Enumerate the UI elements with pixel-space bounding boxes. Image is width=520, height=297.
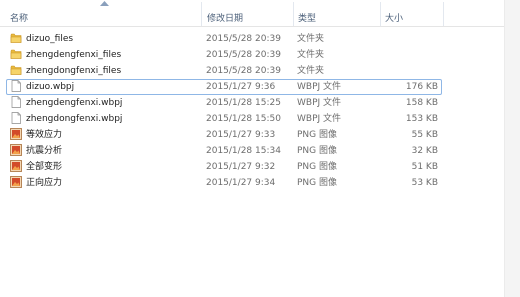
file-name: dizuo.wbpj: [26, 82, 75, 92]
file-size: 153 KB: [405, 114, 438, 124]
file-row[interactable]: zhengdengfenxi.wbpj 2015/1/28 15:25 WBPJ 文…: [0, 95, 505, 111]
file-date: 2015/1/28 15:50: [206, 114, 281, 124]
file-type: PNG 图像: [297, 130, 337, 140]
column-size-header[interactable]: 大小: [385, 11, 403, 24]
document-icon: [10, 112, 22, 124]
file-row[interactable]: 等效应力 2015/1/27 9:33 PNG 图像 55 KB: [0, 127, 505, 143]
file-size: 158 KB: [405, 98, 438, 108]
file-size: 53 KB: [411, 178, 438, 188]
file-row[interactable]: zhengdongfenxi_files 2015/5/28 20:39 文件夹: [0, 63, 505, 79]
file-type: PNG 图像: [297, 162, 337, 172]
file-name: 等效应力: [26, 130, 63, 140]
folder-icon: [10, 32, 22, 44]
file-name: 抗震分析: [26, 146, 63, 156]
document-icon: [10, 96, 22, 108]
file-date: 2015/1/27 9:36: [206, 82, 276, 92]
file-row[interactable]: dizuo_files 2015/5/28 20:39 文件夹: [0, 31, 505, 47]
file-date: 2015/5/28 20:39: [206, 34, 281, 44]
file-date: 2015/1/28 15:34: [206, 146, 281, 156]
file-type: WBPJ 文件: [297, 82, 342, 92]
image-icon: [10, 144, 22, 156]
sort-up-icon[interactable]: [100, 1, 109, 6]
file-name: zhengdongfenxi.wbpj: [26, 114, 123, 124]
file-name: zhengdongfenxi_files: [26, 66, 122, 76]
file-date: 2015/5/28 20:39: [206, 50, 281, 60]
file-date: 2015/1/27 9:33: [206, 130, 276, 140]
file-date: 2015/1/28 15:25: [206, 98, 281, 108]
file-name: zhengdengfenxi_files: [26, 50, 122, 60]
file-row[interactable]: 正向应力 2015/1/27 9:34 PNG 图像 53 KB: [0, 175, 505, 191]
column-type-header[interactable]: 类型: [298, 11, 316, 24]
file-name: dizuo_files: [26, 34, 74, 44]
column-name-header[interactable]: 名称: [10, 11, 28, 24]
file-type: 文件夹: [297, 50, 325, 60]
file-type: 文件夹: [297, 34, 325, 44]
column-header: 名称 修改日期 类型 大小: [0, 0, 505, 27]
image-icon: [10, 176, 22, 188]
vertical-scrollbar[interactable]: [504, 0, 520, 297]
file-size: 32 KB: [411, 146, 438, 156]
file-date: 2015/1/27 9:32: [206, 162, 276, 172]
file-size: 176 KB: [405, 82, 438, 92]
file-name: 全部变形: [26, 162, 63, 172]
file-type: PNG 图像: [297, 146, 337, 156]
file-date: 2015/5/28 20:39: [206, 66, 281, 76]
file-row[interactable]: zhengdongfenxi.wbpj 2015/1/28 15:50 WBPJ 文…: [0, 111, 505, 127]
image-icon: [10, 160, 22, 172]
file-type: WBPJ 文件: [297, 98, 342, 108]
file-type: 文件夹: [297, 66, 325, 76]
column-divider[interactable]: [293, 2, 294, 26]
folder-icon: [10, 64, 22, 76]
document-icon: [10, 80, 22, 92]
file-date: 2015/1/27 9:34: [206, 178, 276, 188]
file-size: 51 KB: [411, 162, 438, 172]
column-divider[interactable]: [443, 2, 444, 26]
folder-icon: [10, 48, 22, 60]
file-name: zhengdengfenxi.wbpj: [26, 98, 123, 108]
column-date-header[interactable]: 修改日期: [207, 11, 243, 24]
file-size: 55 KB: [411, 130, 438, 140]
column-divider[interactable]: [201, 2, 202, 26]
file-row[interactable]: 抗震分析 2015/1/28 15:34 PNG 图像 32 KB: [0, 143, 505, 159]
file-type: WBPJ 文件: [297, 114, 342, 124]
image-icon: [10, 128, 22, 140]
file-type: PNG 图像: [297, 178, 337, 188]
file-list: dizuo_files 2015/5/28 20:39 文件夹 zhengdengfe…: [0, 31, 505, 191]
column-divider[interactable]: [380, 2, 381, 26]
file-row[interactable]: 全部变形 2015/1/27 9:32 PNG 图像 51 KB: [0, 159, 505, 175]
file-name: 正向应力: [26, 178, 63, 188]
file-row[interactable]: zhengdengfenxi_files 2015/5/28 20:39 文件夹: [0, 47, 505, 63]
file-row[interactable]: dizuo.wbpj 2015/1/27 9:36 WBPJ 文件 176 KB: [0, 79, 505, 95]
